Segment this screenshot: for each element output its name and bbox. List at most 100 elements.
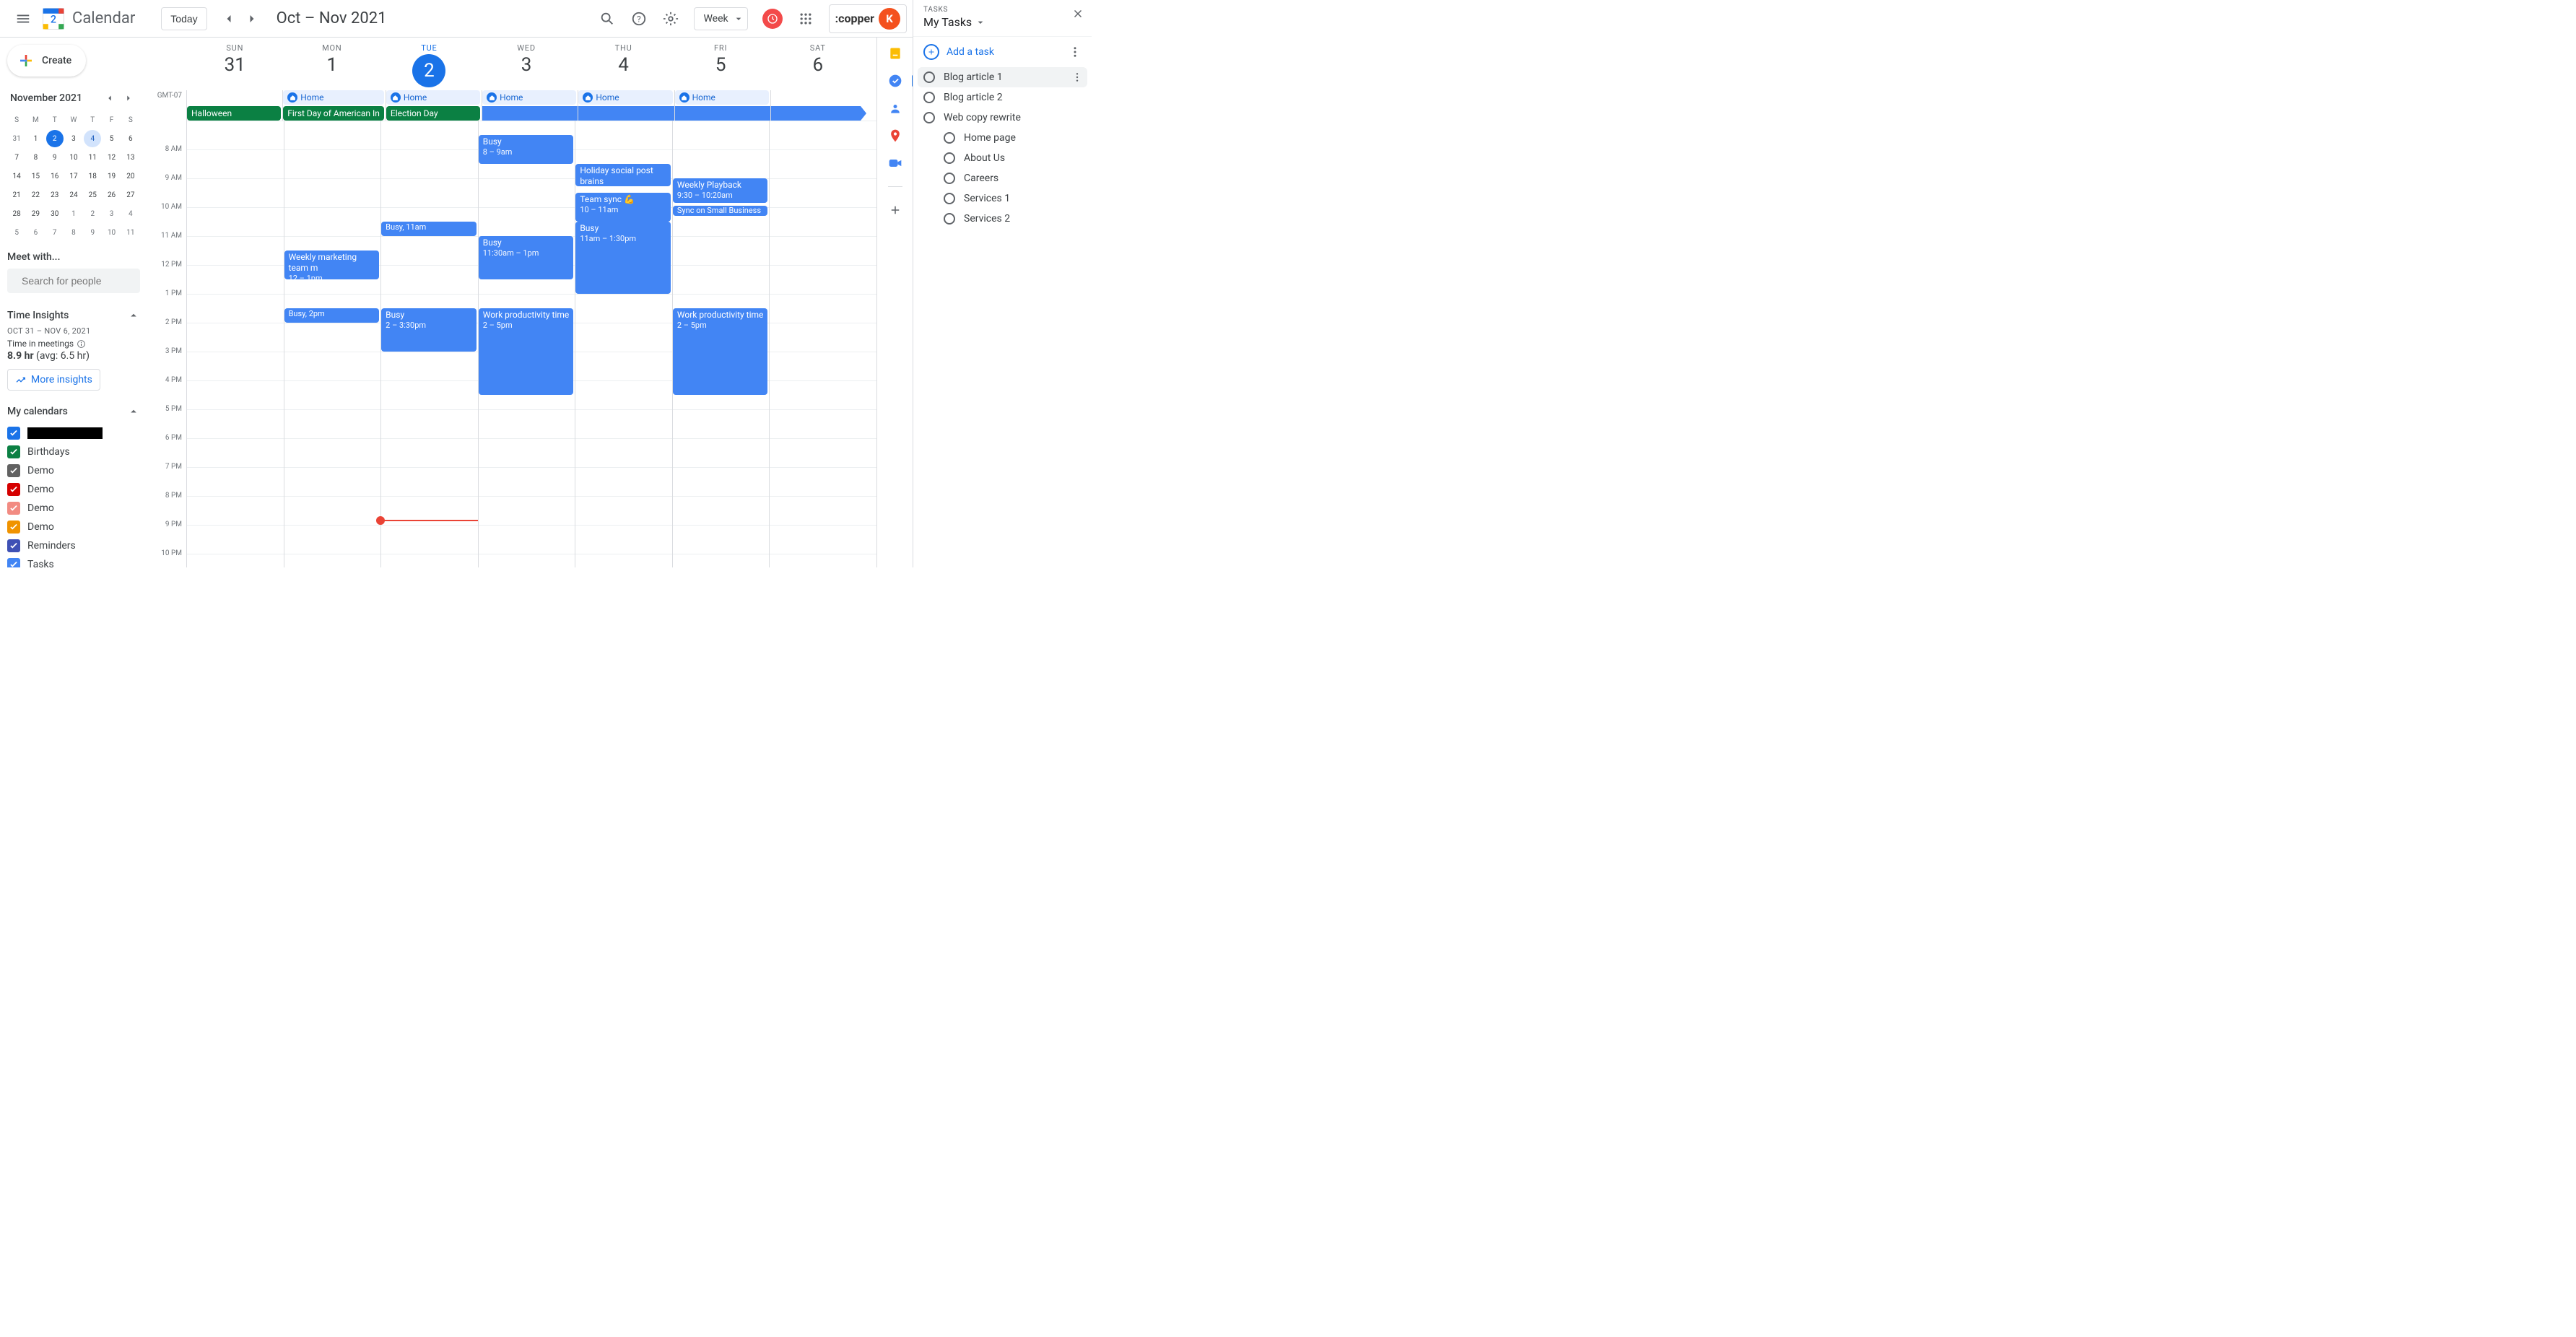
mini-cal-day[interactable]: 7 (8, 149, 25, 166)
support-button[interactable]: ? (625, 4, 653, 33)
day-column[interactable] (769, 121, 866, 567)
contacts-app-icon[interactable] (888, 101, 902, 116)
mini-cal-day[interactable]: 25 (84, 186, 101, 204)
mini-calendar[interactable]: SMTWTFS311234567891011121314151617181920… (7, 111, 140, 241)
my-calendars-toggle[interactable]: My calendars (7, 401, 140, 422)
allday-column[interactable]: HomeFirst Day of American In (282, 90, 386, 121)
mini-cal-day[interactable]: 2 (46, 130, 64, 147)
mini-cal-day[interactable]: 28 (8, 205, 25, 222)
add-addon-button[interactable] (888, 203, 902, 217)
task-complete-radio[interactable] (923, 71, 935, 83)
allday-column[interactable]: Halloween (186, 90, 282, 121)
allday-column[interactable]: Home (674, 90, 770, 121)
calendar-checkbox[interactable] (7, 502, 20, 515)
calendar-item[interactable] (7, 427, 140, 440)
mini-cal-day[interactable]: 30 (46, 205, 64, 222)
calendar-event[interactable]: Busy2 – 3:30pm (381, 308, 477, 352)
google-apps-button[interactable] (791, 4, 820, 33)
task-item[interactable]: Blog article 2 (918, 87, 1087, 108)
mini-cal-day[interactable]: 1 (65, 205, 82, 222)
calendar-event[interactable]: Team sync 💪10 – 11am (575, 193, 671, 222)
multiday-event[interactable] (482, 106, 579, 121)
mini-cal-day[interactable]: 5 (8, 224, 25, 241)
calendar-event[interactable]: Sync on Small Business Sa (673, 206, 768, 216)
mini-cal-day[interactable]: 1 (27, 130, 44, 147)
task-item[interactable]: Blog article 1 (918, 67, 1087, 87)
task-complete-radio[interactable] (944, 193, 955, 204)
allday-column[interactable]: Home (578, 90, 674, 121)
mini-cal-day[interactable]: 31 (8, 130, 25, 147)
mini-cal-day[interactable]: 5 (103, 130, 121, 147)
tasks-options-button[interactable] (1069, 45, 1082, 58)
calendar-checkbox[interactable] (7, 483, 20, 496)
mini-cal-next[interactable] (120, 90, 137, 107)
allday-event[interactable]: First Day of American In (283, 106, 384, 121)
mini-cal-day[interactable]: 20 (122, 167, 139, 185)
calendar-checkbox[interactable] (7, 427, 20, 440)
calendar-event[interactable]: Weekly Playback9:30 – 10:20am (673, 178, 768, 203)
task-item[interactable]: Home page (918, 128, 1087, 148)
calendar-event[interactable]: Holiday social post brains9 – 9:45am (575, 164, 671, 186)
mini-cal-day[interactable]: 12 (103, 149, 121, 166)
more-insights-button[interactable]: More insights (7, 369, 100, 391)
mini-cal-day[interactable]: 29 (27, 205, 44, 222)
next-week-button[interactable] (240, 7, 264, 30)
calendar-checkbox[interactable] (7, 445, 20, 458)
day-header[interactable]: THU4 (575, 38, 672, 90)
day-column[interactable]: Busy, 11am Busy2 – 3:30pm (380, 121, 478, 567)
mini-cal-day[interactable]: 23 (46, 186, 64, 204)
mini-cal-day[interactable]: 6 (122, 130, 139, 147)
mini-cal-day[interactable]: 10 (103, 224, 121, 241)
calendar-item[interactable]: Birthdays (7, 445, 140, 458)
mini-cal-day[interactable]: 9 (84, 224, 101, 241)
mini-cal-day[interactable]: 3 (103, 205, 121, 222)
day-column[interactable]: Weekly marketing team m12 – 1pmBusy, 2pm (284, 121, 381, 567)
tasks-close-button[interactable] (1071, 7, 1084, 20)
create-button[interactable]: Create (7, 45, 86, 77)
calendar-item[interactable]: Reminders (7, 539, 140, 552)
working-location-chip[interactable]: Home (482, 90, 576, 105)
day-header[interactable]: MON1 (284, 38, 381, 90)
task-complete-radio[interactable] (944, 173, 955, 184)
mini-cal-day[interactable]: 14 (8, 167, 25, 185)
mini-cal-day[interactable]: 9 (46, 149, 64, 166)
zoom-app-icon[interactable] (888, 156, 902, 170)
day-header[interactable]: FRI5 (672, 38, 770, 90)
mini-cal-day[interactable]: 17 (65, 167, 82, 185)
mini-cal-day[interactable]: 19 (103, 167, 121, 185)
mini-cal-day[interactable]: 16 (46, 167, 64, 185)
mini-cal-prev[interactable] (101, 90, 118, 107)
mini-cal-day[interactable]: 11 (122, 224, 139, 241)
settings-button[interactable] (656, 4, 685, 33)
maps-app-icon[interactable] (888, 129, 902, 143)
day-column[interactable] (186, 121, 284, 567)
mini-cal-day[interactable]: 4 (84, 130, 101, 147)
time-insights-toggle[interactable]: Time Insights (7, 305, 140, 326)
add-task-button[interactable]: Add a task (923, 44, 994, 60)
working-location-chip[interactable]: Home (283, 90, 384, 105)
task-item[interactable]: Services 2 (918, 209, 1087, 229)
calendar-event[interactable]: Busy8 – 9am (479, 135, 574, 164)
calendar-event[interactable]: Work productivity time2 – 5pm (673, 308, 768, 395)
calendar-event[interactable]: Busy11am – 1:30pm (575, 222, 671, 294)
mini-cal-day[interactable]: 3 (65, 130, 82, 147)
calendar-item[interactable]: Demo (7, 502, 140, 515)
search-people-field[interactable] (7, 269, 140, 293)
user-avatar[interactable]: K (879, 8, 900, 30)
mini-cal-day[interactable]: 8 (65, 224, 82, 241)
allday-column[interactable]: HomeElection Day (386, 90, 482, 121)
tasks-list-select[interactable]: My Tasks (923, 15, 1082, 29)
task-complete-radio[interactable] (944, 152, 955, 164)
task-more-button[interactable] (1071, 71, 1083, 83)
task-complete-radio[interactable] (944, 132, 955, 144)
calendar-checkbox[interactable] (7, 521, 20, 534)
calendar-event[interactable]: Busy, 11am (381, 222, 477, 236)
calendar-event[interactable]: Work productivity time2 – 5pm (479, 308, 574, 395)
search-people-input[interactable] (22, 275, 150, 287)
clockify-button[interactable] (762, 9, 783, 29)
calendar-item[interactable]: Tasks (7, 558, 140, 567)
day-header[interactable]: SAT6 (769, 38, 866, 90)
mini-cal-day[interactable]: 8 (27, 149, 44, 166)
main-menu-button[interactable] (6, 1, 40, 36)
keep-app-icon[interactable] (888, 46, 902, 61)
